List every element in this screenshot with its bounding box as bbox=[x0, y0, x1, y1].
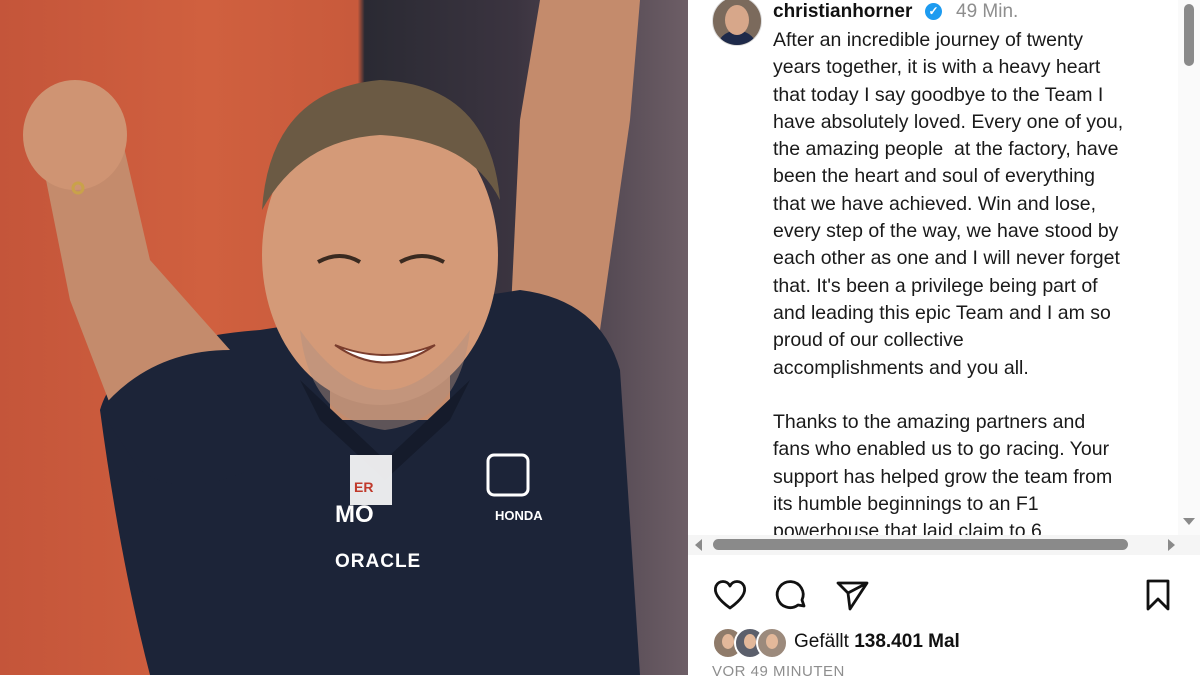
likes-prefix: Gefällt bbox=[794, 631, 855, 652]
horizontal-scroll-thumb[interactable] bbox=[713, 539, 1128, 550]
heart-icon[interactable] bbox=[710, 575, 750, 615]
username[interactable]: christianhorner bbox=[773, 1, 912, 23]
send-icon[interactable] bbox=[832, 575, 872, 615]
likes-value: 138.401 Mal bbox=[854, 631, 960, 652]
raised-arm bbox=[510, 0, 640, 330]
scroll-right-arrow-icon[interactable] bbox=[1168, 539, 1175, 551]
fist bbox=[23, 80, 127, 190]
post-time: 49 Min. bbox=[956, 1, 1019, 22]
scroll-left-arrow-icon[interactable] bbox=[695, 539, 702, 551]
action-bar bbox=[688, 575, 1200, 619]
shirt-text-oracle: ORACLE bbox=[335, 551, 421, 572]
post-panel: christianhorner ✓ 49 Min. After an incre… bbox=[688, 0, 1200, 680]
vertical-scroll-thumb[interactable] bbox=[1184, 4, 1194, 66]
liker-avatar bbox=[756, 627, 788, 659]
caption-text: After an incredible journey of twenty ye… bbox=[773, 29, 1124, 535]
scroll-down-arrow-icon[interactable] bbox=[1183, 518, 1195, 525]
horizontal-scrollbar[interactable] bbox=[688, 535, 1200, 555]
vertical-scrollbar[interactable] bbox=[1178, 0, 1200, 535]
comment-icon[interactable] bbox=[772, 575, 812, 615]
verified-badge-icon: ✓ bbox=[925, 3, 942, 20]
bookmark-icon[interactable] bbox=[1138, 575, 1178, 615]
shirt-text-honda: HONDA bbox=[495, 508, 543, 523]
shirt-text-er: ER bbox=[354, 479, 373, 495]
likes-count[interactable]: Gefällt 138.401 Mal bbox=[794, 631, 960, 653]
likes-row[interactable]: Gefällt 138.401 Mal bbox=[712, 627, 1192, 661]
post-timestamp: VOR 49 MINUTEN bbox=[712, 663, 845, 680]
shirt-text-mo: MO bbox=[335, 501, 374, 528]
photo-illustration: ER MO ORACLE HONDA bbox=[23, 0, 640, 675]
post-photo[interactable]: ER MO ORACLE HONDA bbox=[0, 0, 688, 675]
avatar[interactable] bbox=[712, 0, 762, 46]
caption-scroll-area[interactable]: christianhorner ✓ 49 Min. After an incre… bbox=[688, 0, 1200, 535]
